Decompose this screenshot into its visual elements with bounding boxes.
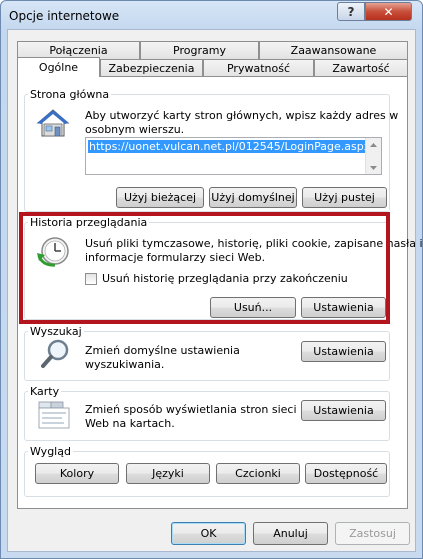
home-url-value: https://uonet.vulcan.net.pl/012545/Login… — [88, 140, 381, 153]
button-label: Języki — [152, 467, 184, 480]
url-scrollbar[interactable] — [365, 138, 381, 174]
search-description-line1: Zmień domyślne ustawienia — [85, 344, 240, 357]
history-clock-icon — [37, 237, 69, 267]
colors-button[interactable]: Kolory — [35, 463, 119, 484]
home-url-textarea[interactable]: https://uonet.vulcan.net.pl/012545/Login… — [85, 137, 382, 175]
home-description-line2: osobnym wierszu. — [85, 123, 185, 136]
use-blank-button[interactable]: Użyj pustej — [302, 187, 387, 208]
button-label: Ustawienia — [313, 345, 374, 358]
button-label: Użyj pustej — [314, 191, 375, 204]
browser-tabs-icon — [38, 401, 70, 429]
button-label: Czcionki — [235, 467, 281, 480]
use-default-button[interactable]: Użyj domyślnej — [209, 187, 297, 208]
apply-button[interactable]: Zastosuj — [335, 522, 410, 545]
tabs-description-line1: Zmień sposób wyświetlania stron sieci — [85, 403, 297, 416]
button-label: OK — [200, 527, 217, 540]
button-label: Usuń... — [233, 301, 273, 314]
button-label: Anuluj — [273, 527, 308, 540]
house-icon — [36, 109, 70, 137]
ok-button[interactable]: OK — [171, 522, 246, 545]
history-group-label: Historia przeglądania — [28, 216, 150, 229]
cancel-button[interactable]: Anuluj — [253, 522, 328, 545]
button-label: Ustawienia — [313, 301, 374, 314]
tabs-settings-button[interactable]: Ustawienia — [301, 400, 386, 421]
button-label: Kolory — [59, 467, 95, 480]
home-group-label: Strona główna — [28, 88, 112, 101]
button-label: Użyj bieżącej — [123, 191, 197, 204]
appearance-group-label: Wygląd — [28, 445, 73, 458]
languages-button[interactable]: Języki — [126, 463, 210, 484]
delete-on-exit-label: Usuń historię przeglądania przy zakończe… — [102, 272, 348, 285]
tabs-group-label: Karty — [28, 385, 62, 398]
tabs-description-line2: Web na kartach. — [85, 417, 175, 430]
history-description-line1: Usuń pliki tymczasowe, historię, pliki c… — [85, 237, 423, 250]
magnifier-icon — [41, 339, 69, 368]
button-label: Zastosuj — [349, 527, 396, 540]
panel-content: Strona główna Aby utworzyć karty stron g… — [0, 0, 423, 559]
button-label: Ustawienia — [313, 404, 374, 417]
history-description-line2: informacje formularzy sieci Web. — [85, 251, 266, 264]
search-description-line2: wyszukiwania. — [85, 358, 165, 371]
button-label: Użyj domyślnej — [211, 191, 295, 204]
home-description-line1: Aby utworzyć karty stron głównych, wpisz… — [85, 109, 399, 122]
scroll-arrows-icon — [370, 143, 377, 170]
fonts-button[interactable]: Czcionki — [216, 463, 300, 484]
search-group-label: Wyszukaj — [28, 325, 84, 338]
use-current-button[interactable]: Użyj bieżącej — [116, 187, 204, 208]
search-settings-button[interactable]: Ustawienia — [301, 341, 386, 362]
button-label: Dostępność — [313, 467, 379, 480]
history-settings-button[interactable]: Ustawienia — [301, 297, 386, 318]
accessibility-button[interactable]: Dostępność — [305, 463, 387, 484]
delete-on-exit-checkbox[interactable] — [85, 273, 97, 285]
delete-history-button[interactable]: Usuń... — [210, 297, 296, 318]
